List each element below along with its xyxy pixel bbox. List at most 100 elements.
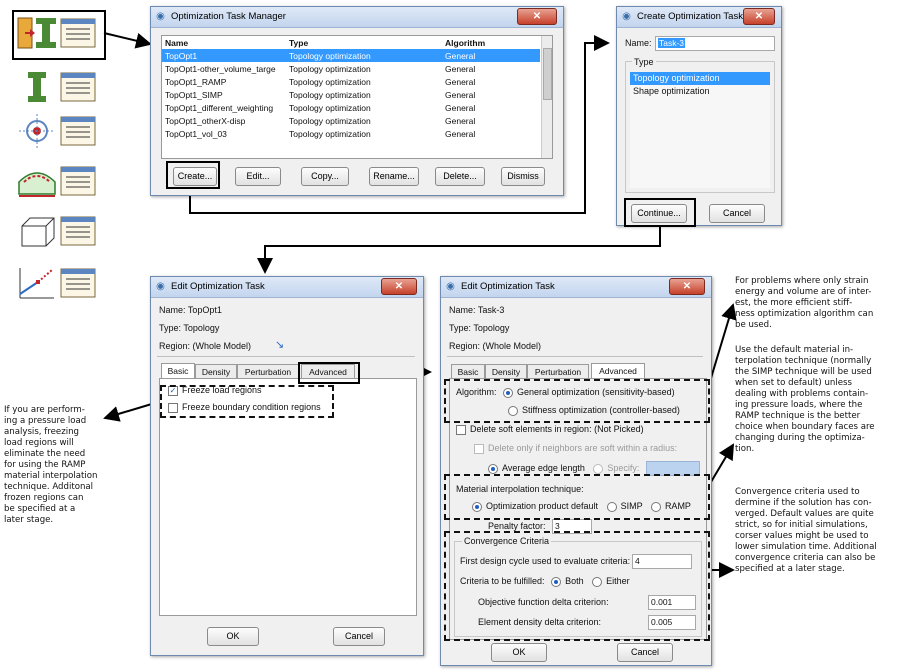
dismiss-button[interactable]: Dismiss (501, 167, 545, 186)
tab-perturbation[interactable]: Perturbation (237, 364, 299, 379)
dashed-box-freeze (160, 385, 334, 418)
dashed-box-algorithm (444, 379, 710, 423)
soft-neighbors-checkbox[interactable] (474, 443, 484, 454)
create-task-title: Create Optimization Task (637, 11, 743, 22)
row-type: Topology optimization (289, 89, 371, 100)
tab-basic[interactable]: Basic (161, 363, 195, 379)
penalty-label: Penalty factor: (488, 521, 546, 531)
create-task-titlebar[interactable]: ◉ Create Optimization Task ✕ (617, 7, 781, 28)
rename-button[interactable]: Rename... (369, 167, 419, 186)
row-algorithm: General (445, 89, 476, 100)
task-manager-icon[interactable] (58, 212, 100, 250)
close-icon[interactable]: ✕ (743, 8, 775, 25)
row-algorithm: General (445, 76, 476, 87)
task-manager-icon[interactable] (58, 264, 100, 302)
ok-button[interactable]: OK (207, 627, 259, 646)
edit-button[interactable]: Edit... (235, 167, 281, 186)
task-table: Name Type Algorithm TopOpt1 Topology opt… (162, 36, 540, 140)
close-icon[interactable]: ✕ (381, 278, 417, 295)
close-icon[interactable]: ✕ (517, 8, 557, 25)
cancel-button[interactable]: Cancel (617, 643, 673, 662)
specify-radio[interactable] (593, 463, 604, 474)
note-convergence: Convergence criteria used to dermine if t… (735, 487, 877, 574)
tab-density[interactable]: Density (195, 364, 237, 379)
task-manager-title: Optimization Task Manager (171, 11, 286, 22)
column-header-algorithm[interactable]: Algorithm (442, 36, 540, 49)
box-model-icon[interactable] (16, 212, 58, 250)
tab-advanced[interactable]: Advanced (591, 363, 645, 379)
dashed-box-convergence (444, 531, 710, 641)
highlight-box-continue (624, 198, 696, 227)
delete-button[interactable]: Delete... (435, 167, 485, 186)
soft-elements-checkbox[interactable] (456, 424, 466, 435)
boundary-condition-icon[interactable] (16, 162, 58, 200)
soft-elements-row[interactable]: Delete soft elements in region: (Not Pic… (456, 424, 644, 435)
row-algorithm: General (445, 63, 476, 74)
penalty-value: 3 (555, 521, 560, 531)
close-icon[interactable]: ✕ (669, 278, 705, 295)
task-name-line: Name: TopOpt1 (159, 305, 222, 315)
highlight-box-create (166, 161, 220, 189)
average-edge-radio[interactable] (488, 463, 498, 474)
task-type-line: Type: Topology (159, 323, 220, 333)
table-row[interactable]: TopOpt1_SIMP Topology optimization Gener… (162, 88, 540, 101)
divider (157, 356, 415, 357)
pick-arrow-icon[interactable]: ↘ (275, 338, 284, 351)
note-freeze-load: If you are perform-ing a pressure load an… (4, 405, 98, 525)
task-manager-icon[interactable] (58, 112, 100, 150)
name-label: Name: (625, 38, 652, 48)
task-region-line: Region: (Whole Model) (449, 341, 542, 351)
edit-task-titlebar-right[interactable]: ◉ Edit Optimization Task ✕ (441, 277, 711, 298)
table-row[interactable]: TopOpt1_RAMP Topology optimization Gener… (162, 75, 540, 88)
task-name-value: Task-3 (658, 38, 686, 48)
task-manager-icon[interactable] (58, 14, 100, 52)
tab-perturbation[interactable]: Perturbation (527, 364, 589, 379)
table-row[interactable]: TopOpt1_otherX-disp Topology optimizatio… (162, 114, 540, 127)
stiffness-task-icon[interactable] (16, 68, 58, 106)
type-list[interactable]: Topology optimization Shape optimization (630, 72, 770, 188)
type-option-shape[interactable]: Shape optimization (630, 85, 770, 98)
vertical-scrollbar[interactable] (541, 36, 552, 158)
cancel-button[interactable]: Cancel (333, 627, 385, 646)
task-type-line: Type: Topology (449, 323, 510, 333)
load-region-icon[interactable] (16, 112, 58, 150)
row-type: Topology optimization (289, 76, 371, 87)
soft-neighbors-row[interactable]: Delete only if neighbors are soft within… (474, 443, 677, 454)
soft-neighbors-label: Delete only if neighbors are soft within… (488, 443, 678, 453)
row-type: Topology optimization (289, 115, 371, 126)
column-header-type[interactable]: Type (286, 36, 442, 49)
table-row[interactable]: TopOpt1-other_volume_targe Topology opti… (162, 62, 540, 75)
note-algorithm: For problems where only strain energy and… (735, 276, 874, 330)
scrollbar-thumb[interactable] (543, 48, 552, 100)
table-row[interactable]: TopOpt1_different_weighting Topology opt… (162, 101, 540, 114)
task-list[interactable]: Name Type Algorithm TopOpt1 Topology opt… (161, 35, 553, 159)
edit-task-titlebar-left[interactable]: ◉ Edit Optimization Task ✕ (151, 277, 423, 298)
table-row[interactable]: TopOpt1_vol_03 Topology optimization Gen… (162, 127, 540, 140)
dashed-box-material (444, 474, 710, 520)
row-name: TopOpt1_SIMP (165, 89, 223, 100)
task-name-field[interactable]: Task-3 (655, 36, 775, 51)
ok-button[interactable]: OK (491, 643, 547, 662)
table-row[interactable]: TopOpt1 Topology optimization General (162, 49, 540, 62)
tab-basic[interactable]: Basic (451, 364, 485, 379)
type-option-topology[interactable]: Topology optimization (630, 72, 770, 85)
topology-optimization-task-icon[interactable] (16, 14, 58, 52)
row-algorithm: General (445, 102, 476, 113)
edit-task-window-left: ◉ Edit Optimization Task ✕ Name: TopOpt1… (150, 276, 424, 656)
app-icon: ◉ (156, 11, 165, 22)
edit-task-title-right: Edit Optimization Task (461, 281, 555, 292)
row-name: TopOpt1-other_volume_targe (165, 63, 276, 74)
tab-density[interactable]: Density (485, 364, 527, 379)
task-manager-titlebar[interactable]: ◉ Optimization Task Manager ✕ (151, 7, 563, 28)
design-response-icon[interactable] (16, 264, 58, 302)
row-algorithm: General (445, 50, 476, 61)
divider (447, 356, 703, 357)
column-header-name[interactable]: Name (162, 36, 286, 49)
row-type: Topology optimization (289, 102, 371, 113)
row-type: Topology optimization (289, 63, 371, 74)
cancel-button[interactable]: Cancel (709, 204, 765, 223)
task-manager-icon[interactable] (58, 162, 100, 200)
row-algorithm: General (445, 128, 476, 139)
copy-button[interactable]: Copy... (301, 167, 349, 186)
task-manager-icon[interactable] (58, 68, 100, 106)
